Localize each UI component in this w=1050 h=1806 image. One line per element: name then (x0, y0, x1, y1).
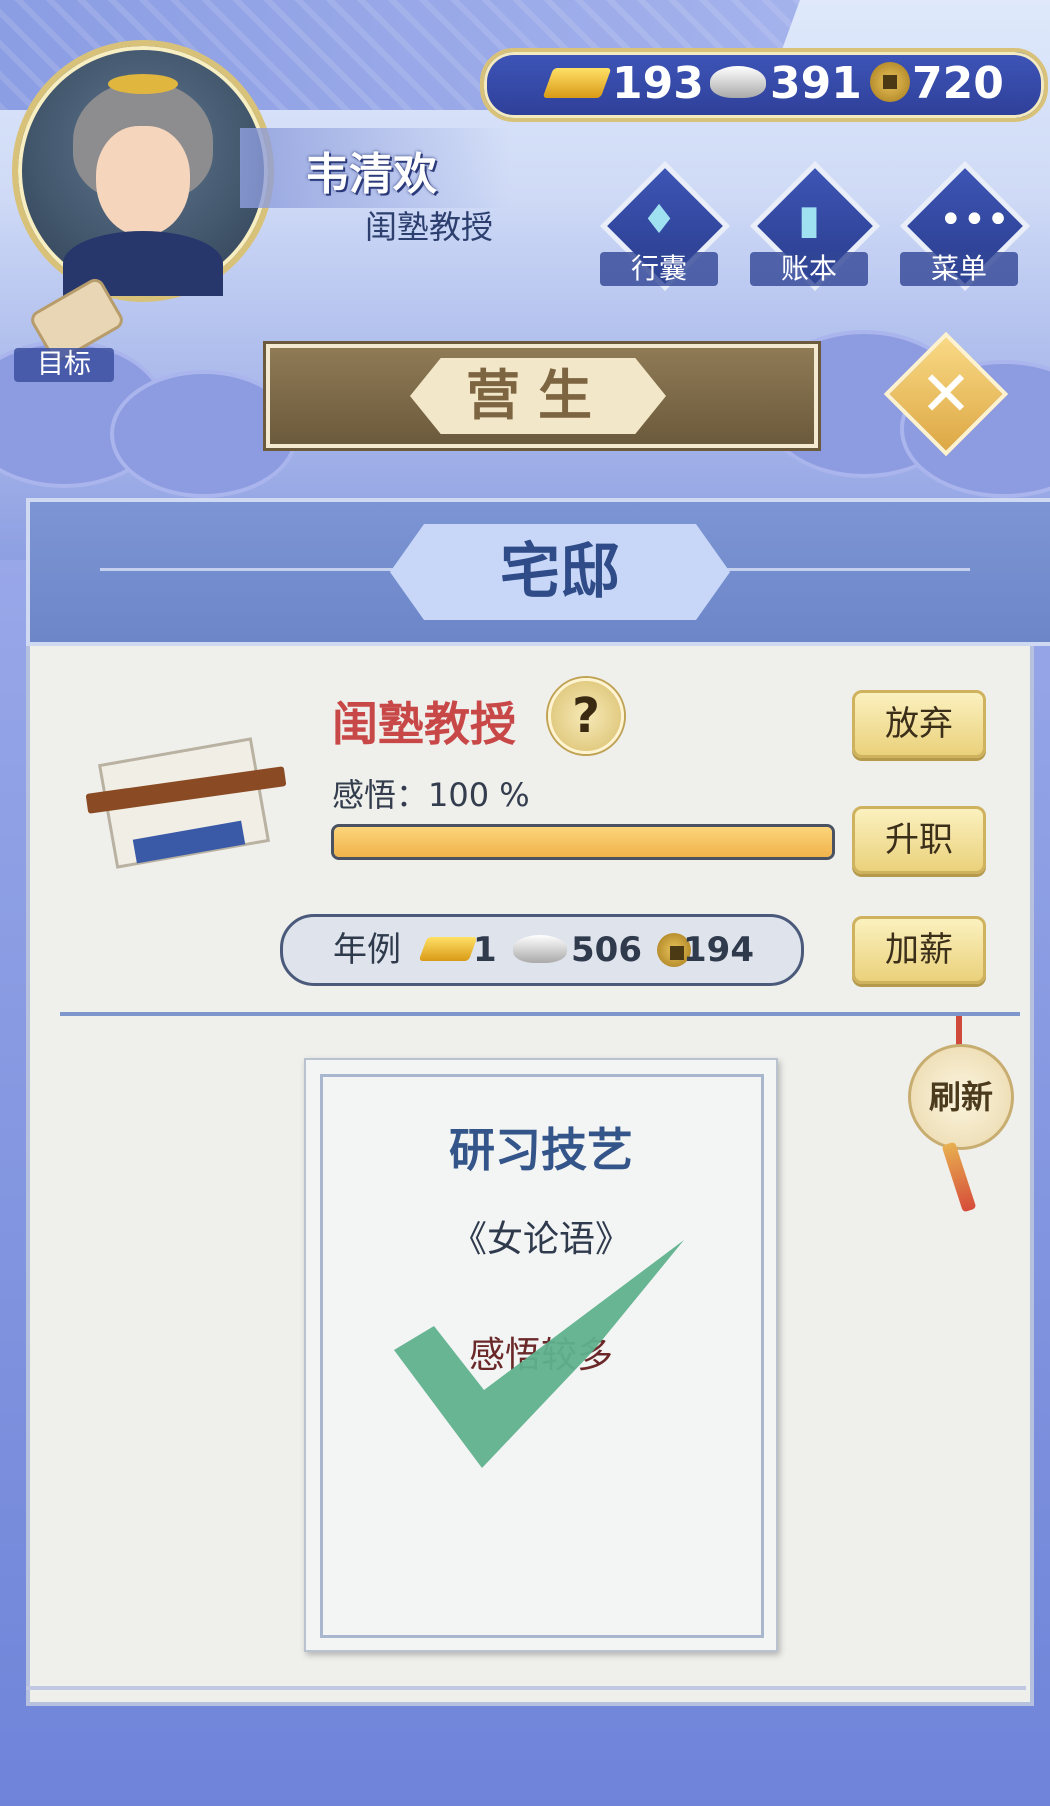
card-title: 研习技艺 (449, 1123, 633, 1177)
checkmark-icon (394, 1240, 684, 1468)
insight-label: 感悟：100 % (332, 776, 530, 814)
panel-title: 宅邸 (500, 537, 620, 607)
raise-salary-button[interactable]: 加薪 (852, 916, 986, 984)
copper-coin-icon (870, 62, 910, 102)
task-card[interactable]: 研习技艺 《女论语》 感悟较多 (304, 1058, 778, 1652)
insight-progress-bar (331, 824, 835, 860)
player-name: 韦清欢 (305, 149, 437, 200)
currency-bar: 193 391 720 (480, 48, 1048, 122)
ledger-icon: ▮ (797, 197, 820, 243)
silver-ingot-icon (710, 66, 766, 98)
refresh-button[interactable]: 刷新 (900, 1016, 1020, 1216)
silver-amount: 391 (770, 58, 862, 109)
bag-icon: ♦ (641, 197, 677, 243)
salary-copper: 194 (683, 930, 754, 970)
silver-ingot-icon (513, 935, 567, 963)
menu-label: 菜单 (900, 252, 1018, 286)
menu-button[interactable]: ••• 菜单 (899, 160, 1031, 292)
salary-gold: 1 (473, 930, 497, 970)
section-banner: 营生 (266, 344, 818, 448)
ledger-label: 账本 (750, 252, 868, 286)
book-icon (85, 720, 287, 869)
player-title: 闺塾教授 (365, 208, 494, 246)
ledger-button[interactable]: ▮ 账本 (749, 160, 881, 292)
bag-label: 行囊 (600, 252, 718, 286)
quit-button[interactable]: 放弃 (852, 690, 986, 758)
insight-progress-fill (334, 827, 832, 857)
gold-amount: 193 (612, 58, 704, 109)
copper-amount: 720 (912, 58, 1004, 109)
promote-button[interactable]: 升职 (852, 806, 986, 874)
bag-button[interactable]: ♦ 行囊 (599, 160, 731, 292)
goal-label: 目标 (14, 348, 114, 382)
player-avatar[interactable] (12, 40, 274, 302)
refresh-label: 刷新 (908, 1044, 1014, 1150)
more-icon: ••• (939, 197, 1010, 243)
panel-header: 宅邸 (26, 498, 1050, 646)
tassel-icon (941, 1141, 977, 1213)
gold-ingot-icon (418, 937, 478, 961)
section-title: 营生 (466, 364, 610, 427)
goal-button[interactable]: 目标 (14, 275, 127, 382)
gold-ingot-icon (542, 68, 612, 98)
panel-bottom-border (26, 1686, 1026, 1690)
divider (60, 1012, 1020, 1016)
salary-label: 年例 (333, 930, 401, 970)
salary-pill: 年例 1 506 194 (280, 914, 804, 986)
help-button[interactable]: ? (548, 678, 624, 754)
close-icon: ✕ (920, 357, 972, 430)
salary-silver: 506 (571, 930, 642, 970)
job-name: 闺塾教授 (332, 697, 516, 751)
